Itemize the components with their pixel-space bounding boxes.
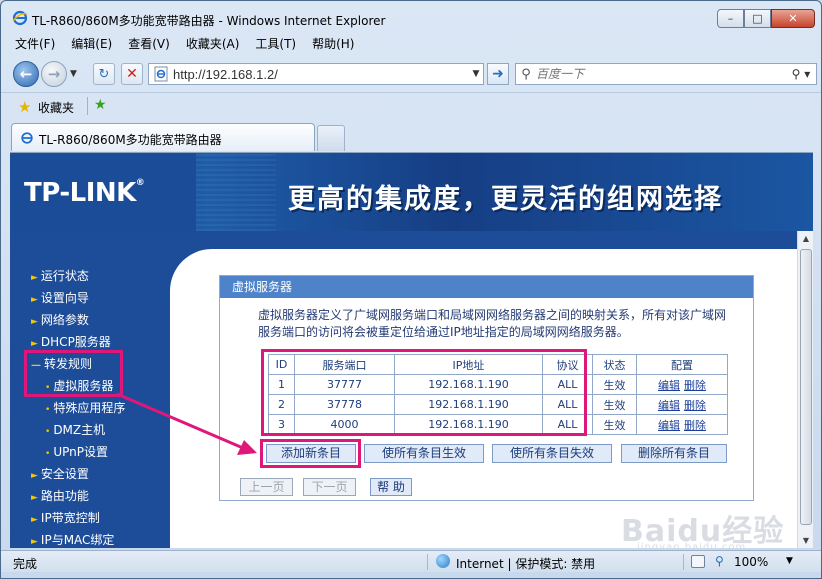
sidebar-item-bandwidth[interactable]: ► IP带宽控制 — [31, 509, 100, 526]
sidebar-item-wizard[interactable]: ► 设置向导 — [31, 289, 89, 306]
divider — [683, 554, 684, 570]
menu-view[interactable]: 查看(V) — [128, 35, 170, 55]
enable-all-button[interactable]: 使所有条目生效 — [364, 444, 484, 463]
tab-label: TL-R860/860M多功能宽带路由器 — [39, 133, 222, 147]
cell-status: 生效 — [592, 414, 637, 435]
cell-config: 编辑 删除 — [636, 414, 728, 435]
sidebar-item-ip-mac-binding[interactable]: ► IP与MAC绑定 — [31, 531, 114, 548]
menu-tools[interactable]: 工具(T) — [255, 35, 296, 55]
window-controls: – □ ✕ — [717, 9, 815, 28]
menu-file[interactable]: 文件(F) — [15, 35, 55, 55]
add-favorite-icon[interactable]: ★ — [94, 97, 107, 113]
divider — [87, 97, 88, 115]
title-bar: TL-R860/860M多功能宽带路由器 - Windows Internet … — [1, 1, 821, 35]
cell-status: 生效 — [592, 394, 637, 415]
address-input[interactable] — [173, 66, 469, 82]
annotation-box-table — [261, 349, 587, 436]
scroll-thumb[interactable] — [800, 249, 812, 525]
menu-edit[interactable]: 编辑(E) — [71, 35, 112, 55]
page-status-icon[interactable] — [691, 555, 705, 568]
address-bar: ▼ — [148, 63, 484, 85]
go-button[interactable]: ➜ — [487, 63, 509, 85]
banner-slogan: 更高的集成度，更灵活的组网选择 — [288, 184, 723, 215]
menu-bar: 文件(F) 编辑(E) 查看(V) 收藏夹(A) 工具(T) 帮助(H) — [1, 35, 821, 55]
delete-all-button[interactable]: 删除所有条目 — [621, 444, 727, 463]
menu-favorites[interactable]: 收藏夹(A) — [186, 35, 240, 55]
history-dropdown-icon[interactable]: ▼ — [70, 69, 77, 79]
security-zone[interactable]: Internet | 保护模式: 禁用 — [456, 555, 595, 572]
compatibility-view-button[interactable]: ↻ — [93, 63, 115, 85]
scroll-down-arrow[interactable]: ▼ — [798, 533, 813, 548]
sidebar-item-network[interactable]: ► 网络参数 — [31, 311, 89, 328]
new-tab-button[interactable] — [317, 125, 345, 151]
favorites-star-icon[interactable]: ★ — [18, 98, 31, 116]
window-title: TL-R860/860M多功能宽带路由器 - Windows Internet … — [32, 14, 386, 28]
navigation-bar: ← → ▼ ↻ ✕ ▼ ➜ ⚲ ⚲ ▾ — [1, 57, 821, 91]
edit-link[interactable]: 编辑 — [658, 399, 680, 412]
search-box: ⚲ ⚲ ▾ — [515, 63, 817, 85]
maximize-button[interactable]: □ — [744, 9, 771, 28]
sidebar-item-status[interactable]: ► 运行状态 — [31, 267, 89, 284]
zoom-dropdown-icon[interactable]: ▼ — [786, 556, 793, 566]
sidebar-item-routing[interactable]: ► 路由功能 — [31, 487, 89, 504]
favorites-button[interactable]: 收藏夹 — [38, 99, 74, 116]
cell-config: 编辑 删除 — [636, 394, 728, 415]
annotation-box-sidebar — [24, 350, 123, 397]
ie-window: TL-R860/860M多功能宽带路由器 - Windows Internet … — [0, 0, 822, 579]
tab-router[interactable]: TL-R860/860M多功能宽带路由器 — [11, 123, 315, 151]
edit-link[interactable]: 编辑 — [658, 419, 680, 432]
prev-page-button[interactable]: 上一页 — [240, 478, 293, 496]
sidebar-item-upnp[interactable]: • UPnP设置 — [45, 443, 108, 460]
forward-button[interactable]: → — [41, 61, 67, 87]
tp-link-logo: TP-LINK® — [24, 178, 145, 208]
close-button[interactable]: ✕ — [771, 9, 815, 28]
edit-link[interactable]: 编辑 — [658, 379, 680, 392]
delete-link[interactable]: 删除 — [684, 379, 706, 392]
baidu-watermark: Baidu经验 jingyan.baidu.com — [621, 514, 785, 553]
panel-description: 虚拟服务器定义了广域网服务端口和局域网网络服务器之间的映射关系，所有对该广域网 … — [258, 308, 727, 339]
sidebar-item-special-app[interactable]: • 特殊应用程序 — [45, 399, 125, 416]
favorites-bar: ★ 收藏夹 ★ — [1, 92, 821, 119]
scroll-up-arrow[interactable]: ▲ — [798, 231, 813, 247]
menu-help[interactable]: 帮助(H) — [312, 35, 354, 55]
address-dropdown-icon[interactable]: ▼ — [469, 69, 483, 79]
search-icon[interactable]: ⚲ ▾ — [786, 67, 816, 81]
cell-config: 编辑 删除 — [636, 374, 728, 395]
column-header: 配置 — [636, 354, 728, 375]
next-page-button[interactable]: 下一页 — [303, 478, 356, 496]
sidebar-item-security[interactable]: ► 安全设置 — [31, 465, 89, 482]
zoom-icon[interactable]: ⚲ — [715, 554, 729, 568]
page-icon — [154, 66, 168, 82]
ie-logo-icon — [12, 10, 28, 26]
back-button[interactable]: ← — [13, 61, 39, 87]
stop-button[interactable]: ✕ — [121, 63, 143, 85]
search-input[interactable] — [536, 67, 786, 81]
banner-decoration — [196, 153, 276, 231]
internet-zone-icon — [436, 554, 450, 568]
sidebar-item-dmz[interactable]: • DMZ主机 — [45, 421, 105, 438]
vertical-scrollbar[interactable]: ▲ ▼ — [797, 231, 813, 548]
delete-link[interactable]: 删除 — [684, 419, 706, 432]
search-provider-icon[interactable]: ⚲ — [516, 67, 536, 82]
router-banner: TP-LINK® 更高的集成度，更灵活的组网选择 — [10, 153, 813, 231]
column-header: 状态 — [592, 354, 637, 375]
sidebar-item-dhcp[interactable]: ► DHCP服务器 — [31, 333, 111, 350]
minimize-button[interactable]: – — [717, 9, 744, 28]
ie-page-icon — [21, 132, 33, 144]
panel-title: 虚拟服务器 — [220, 276, 753, 298]
delete-link[interactable]: 删除 — [684, 399, 706, 412]
status-text: 完成 — [13, 557, 38, 571]
divider — [427, 554, 428, 570]
cell-status: 生效 — [592, 374, 637, 395]
logo-area: TP-LINK® — [10, 153, 196, 231]
tab-bar: TL-R860/860M多功能宽带路由器 — [1, 120, 821, 151]
annotation-box-add-button — [260, 439, 361, 468]
zoom-level[interactable]: 100% — [734, 555, 768, 569]
disable-all-button[interactable]: 使所有条目失效 — [492, 444, 612, 463]
status-bar: 完成 Internet | 保护模式: 禁用 ⚲ 100% ▼ — [1, 550, 821, 572]
help-button[interactable]: 帮 助 — [370, 478, 412, 496]
